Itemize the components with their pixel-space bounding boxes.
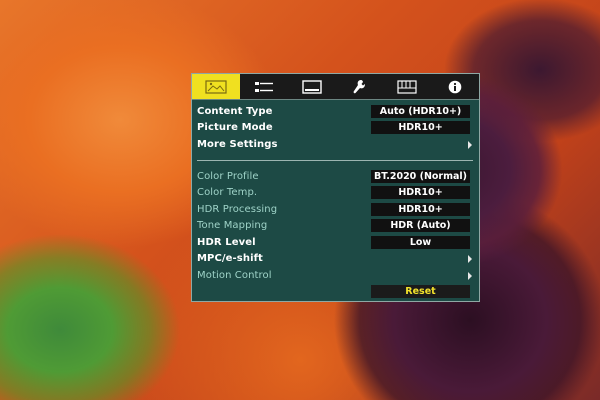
tab-function[interactable] <box>383 74 431 99</box>
picture-mode-label: Picture Mode <box>197 122 273 133</box>
tab-picture[interactable] <box>192 74 240 99</box>
grid-icon <box>397 79 417 94</box>
tone-mapping-value: HDR (Auto) <box>371 219 470 232</box>
hdr-level-value: Low <box>371 236 470 249</box>
content-type-value: Auto (HDR10+) <box>371 105 470 118</box>
submenu-arrow-icon <box>468 272 472 280</box>
more-settings-label: More Settings <box>197 139 278 150</box>
row-hdr-level[interactable]: HDR Level Low <box>192 235 479 251</box>
info-icon <box>448 80 462 93</box>
reset-button[interactable]: Reset <box>371 285 470 298</box>
submenu-arrow-icon <box>468 141 472 149</box>
hdr-processing-label: HDR Processing <box>197 204 278 215</box>
menu-tab-bar <box>192 74 479 100</box>
picture-icon <box>205 79 227 94</box>
row-hdr-processing[interactable]: HDR Processing HDR10+ <box>192 202 479 218</box>
mpc-eshift-label: MPC/e-shift <box>197 253 263 264</box>
color-temp-value: HDR10+ <box>371 186 470 199</box>
color-temp-label: Color Temp. <box>197 187 258 198</box>
sliders-icon <box>254 81 273 92</box>
tab-display[interactable] <box>288 74 336 99</box>
picture-mode-value: HDR10+ <box>371 121 470 134</box>
row-content-type[interactable]: Content Type Auto (HDR10+) <box>192 104 479 120</box>
row-mpc-eshift[interactable]: MPC/e-shift <box>192 251 479 267</box>
row-color-temp[interactable]: Color Temp. HDR10+ <box>192 185 479 201</box>
menu-divider <box>197 160 473 161</box>
row-picture-mode[interactable]: Picture Mode HDR10+ <box>192 120 479 136</box>
row-tone-mapping[interactable]: Tone Mapping HDR (Auto) <box>192 218 479 234</box>
color-profile-label: Color Profile <box>197 171 259 182</box>
display-icon <box>301 79 322 94</box>
hdr-processing-value: HDR10+ <box>371 203 470 216</box>
submenu-arrow-icon <box>468 255 472 263</box>
settings-menu: Content Type Auto (HDR10+) Picture Mode … <box>191 73 480 302</box>
color-profile-value: BT.2020 (Normal) <box>371 170 470 183</box>
motion-control-label: Motion Control <box>197 270 272 281</box>
content-type-label: Content Type <box>197 106 273 117</box>
tone-mapping-label: Tone Mapping <box>197 220 268 231</box>
tab-adjust[interactable] <box>240 74 288 99</box>
row-reset: Reset <box>192 284 479 300</box>
tab-installation[interactable] <box>335 74 383 99</box>
wrench-icon <box>353 79 366 93</box>
row-more-settings[interactable]: More Settings <box>192 137 479 153</box>
tab-information[interactable] <box>431 74 479 99</box>
row-color-profile[interactable]: Color Profile BT.2020 (Normal) <box>192 169 479 185</box>
row-motion-control[interactable]: Motion Control <box>192 268 479 284</box>
hdr-level-label: HDR Level <box>197 237 256 248</box>
